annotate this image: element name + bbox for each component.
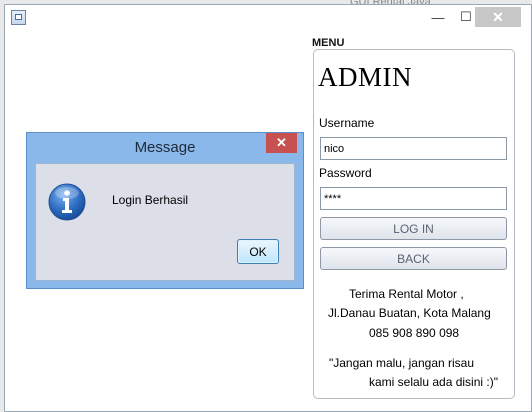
- window-titlebar[interactable]: — ☐ ✕: [5, 5, 531, 31]
- dialog-title: Message: [134, 139, 196, 156]
- dialog-message: Login Berhasil: [112, 193, 189, 207]
- quote-line-2: kami selalu ada disini :)": [369, 375, 498, 389]
- ok-button[interactable]: OK: [237, 239, 279, 264]
- minimize-button[interactable]: —: [423, 7, 453, 27]
- admin-heading: ADMIN: [318, 62, 412, 92]
- java-app-icon: [11, 10, 26, 25]
- username-field[interactable]: nico: [320, 137, 507, 160]
- info-line-phone: 085 908 890 098: [369, 326, 460, 340]
- dialog-close-button[interactable]: ✕: [266, 133, 297, 153]
- info-line-address: Jl.Danau Buatan, Kota Malang: [328, 306, 491, 320]
- quote-line-1: "Jangan malu, jangan risau: [329, 356, 475, 370]
- info-line-name: Terima Rental Motor ,: [349, 287, 464, 301]
- back-button[interactable]: BACK: [320, 247, 507, 270]
- login-button[interactable]: LOG IN: [320, 217, 507, 240]
- menu-section-label: MENU: [312, 37, 345, 49]
- password-field[interactable]: ****: [320, 187, 507, 210]
- password-label: Password: [319, 166, 372, 180]
- close-button[interactable]: ✕: [475, 7, 521, 27]
- info-icon: [48, 183, 86, 221]
- username-label: Username: [319, 116, 375, 130]
